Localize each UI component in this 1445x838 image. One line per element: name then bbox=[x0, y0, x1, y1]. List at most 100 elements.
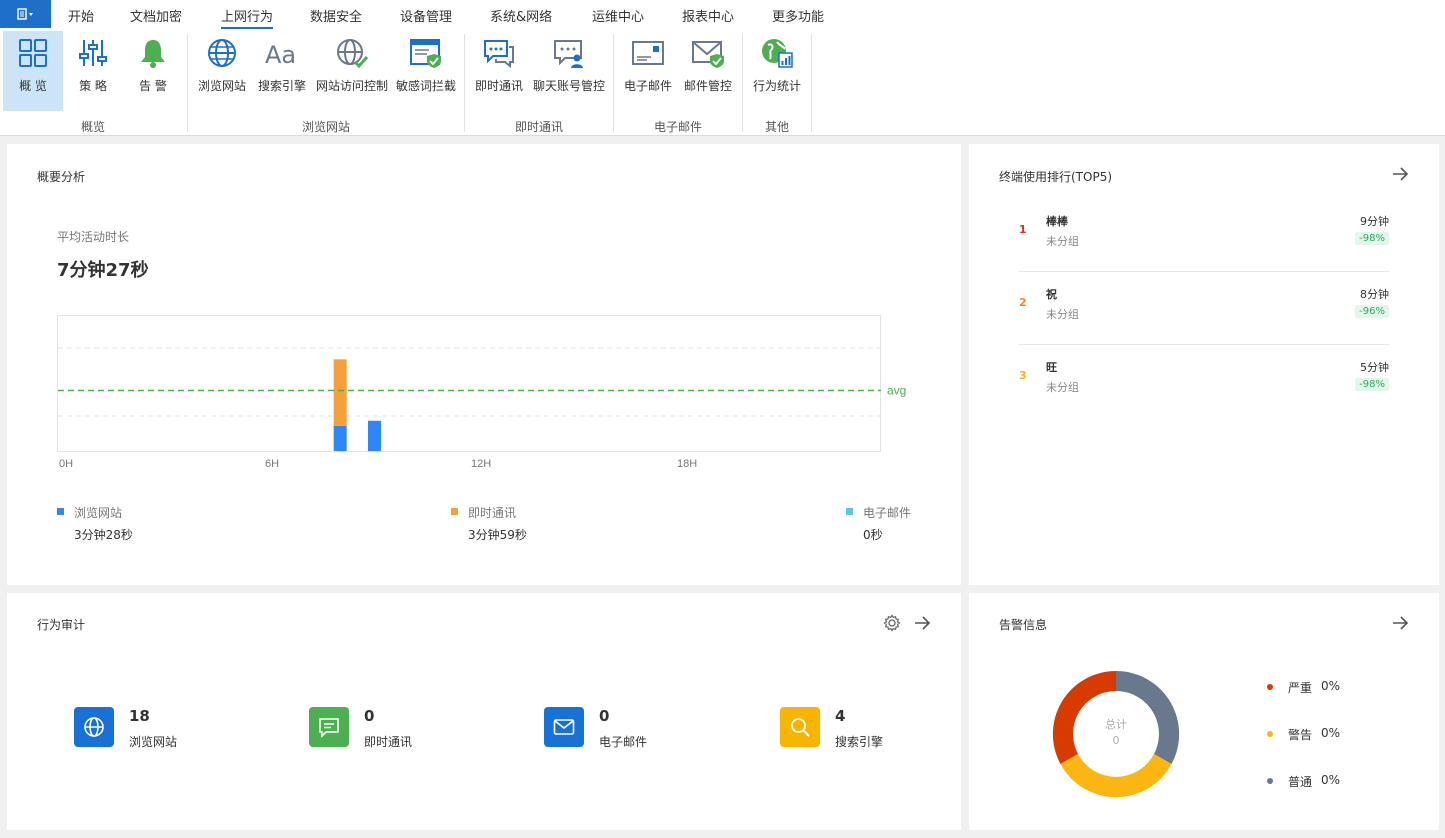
menu-item-doc-encryption[interactable]: 文档加密 bbox=[130, 6, 182, 25]
legend-swatch bbox=[451, 508, 458, 515]
legend-dot bbox=[1267, 778, 1273, 784]
alarm-total: 总计 0 bbox=[1051, 717, 1181, 749]
ribbon-overview-button[interactable]: 概 览 bbox=[3, 31, 63, 111]
ribbon-im-button[interactable]: 即时通讯 bbox=[472, 31, 526, 111]
svg-text:Aa: Aa bbox=[265, 41, 296, 69]
ribbon-chat-account-button[interactable]: 聊天账号管控 bbox=[530, 31, 608, 111]
ribbon-overview-label: 概 览 bbox=[19, 79, 47, 93]
ribbon-separator bbox=[742, 34, 743, 132]
rank-change-badge: -98% bbox=[1355, 232, 1389, 245]
settings-gear-icon[interactable] bbox=[883, 614, 901, 632]
ribbon-policy-button[interactable]: 策 略 bbox=[66, 31, 120, 111]
rank-group: 未分组 bbox=[1046, 235, 1079, 248]
audit-count: 18 bbox=[129, 707, 150, 725]
audit-search-engine[interactable]: 4 搜索引擎 bbox=[780, 707, 980, 751]
ribbon-policy-label: 策 略 bbox=[79, 79, 107, 93]
ribbon-separator bbox=[187, 34, 188, 132]
ranking-row[interactable]: 3 旺 未分组 5分钟 -98% bbox=[1019, 345, 1389, 418]
alarm-level-name: 警告 bbox=[1288, 728, 1313, 742]
avg-duration-label: 平均活动时长 bbox=[57, 230, 130, 244]
ribbon-toolbar: 概 览 策 略 告 警 浏览网站 Aa 搜索引擎 网站访问控制 敏感词拦截 即时… bbox=[0, 30, 1445, 136]
menu-item-device-management[interactable]: 设备管理 bbox=[400, 6, 452, 25]
ribbon-web-access-control-button[interactable]: 网站访问控制 bbox=[314, 31, 390, 111]
rank-change-badge: -98% bbox=[1355, 378, 1389, 391]
audit-count: 0 bbox=[599, 707, 610, 725]
bell-icon bbox=[141, 40, 165, 68]
audit-label: 电子邮件 bbox=[599, 735, 648, 749]
chart-plot-frame bbox=[57, 315, 881, 452]
alarm-level-percent: 0% bbox=[1321, 679, 1341, 693]
globe-check-icon bbox=[337, 39, 369, 69]
menu-bar: 开始 文档加密 上网行为 数据安全 设备管理 系统&网络 运维中心 报表中心 更… bbox=[0, 0, 1445, 30]
ranking-more-arrow-icon[interactable] bbox=[1391, 165, 1409, 183]
legend-value: 3分钟28秒 bbox=[74, 528, 133, 542]
audit-label: 浏览网站 bbox=[129, 735, 178, 749]
menu-item-system-network[interactable]: 系统&网络 bbox=[490, 6, 552, 25]
ribbon-email-control-button[interactable]: 邮件管控 bbox=[680, 31, 736, 111]
chart-x-tick-label: 0H bbox=[59, 458, 73, 470]
rank-terminal-name: 祝 bbox=[1046, 288, 1057, 301]
ribbon-alert-button[interactable]: 告 警 bbox=[126, 31, 180, 111]
menu-item-web-behavior[interactable]: 上网行为 bbox=[221, 6, 274, 29]
menu-item-more[interactable]: 更多功能 bbox=[772, 6, 824, 25]
rank-time: 5分钟 bbox=[1360, 361, 1389, 374]
legend-value: 0秒 bbox=[863, 528, 883, 542]
audit-email[interactable]: 0 电子邮件 bbox=[544, 707, 744, 751]
ribbon-search-engine-button[interactable]: Aa 搜索引擎 bbox=[254, 31, 310, 111]
chart-bar bbox=[333, 359, 347, 426]
rank-terminal-name: 棒棒 bbox=[1046, 215, 1068, 228]
menu-item-start[interactable]: 开始 bbox=[68, 6, 94, 25]
chat-user-icon bbox=[554, 40, 583, 68]
ribbon-chat-account-label: 聊天账号管控 bbox=[532, 79, 605, 93]
audit-im[interactable]: 0 即时通讯 bbox=[309, 707, 509, 751]
chart-bar bbox=[333, 425, 347, 451]
rank-number: 1 bbox=[1019, 223, 1027, 236]
legend-swatch bbox=[846, 508, 853, 515]
alarm-total-label: 总计 bbox=[1105, 718, 1127, 731]
ribbon-browse-web-button[interactable]: 浏览网站 bbox=[194, 31, 250, 111]
ribbon-browse-web-label: 浏览网站 bbox=[197, 79, 246, 93]
font-aa-icon: Aa bbox=[265, 41, 296, 69]
ribbon-web-access-control-label: 网站访问控制 bbox=[315, 79, 388, 93]
ranking-title: 终端使用排行(TOP5) bbox=[999, 170, 1113, 184]
rank-group: 未分组 bbox=[1046, 308, 1079, 321]
rank-number: 2 bbox=[1019, 296, 1027, 309]
mail-icon bbox=[544, 707, 584, 747]
globe-icon bbox=[208, 39, 236, 67]
sliders-icon bbox=[79, 40, 107, 66]
ribbon-search-engine-label: 搜索引擎 bbox=[257, 79, 306, 93]
menu-item-report-center[interactable]: 报表中心 bbox=[682, 6, 734, 25]
ribbon-separator bbox=[464, 34, 465, 132]
mail-shield-icon bbox=[692, 41, 724, 68]
alarm-level-name: 普通 bbox=[1288, 775, 1313, 789]
alarm-more-arrow-icon[interactable] bbox=[1391, 614, 1409, 632]
ribbon-behavior-stats-label: 行为统计 bbox=[752, 79, 801, 93]
ribbon-group-other: 其他 bbox=[764, 120, 790, 134]
rank-change-badge: -96% bbox=[1355, 305, 1389, 318]
audit-panel: 行为审计 18 浏览网站 0 即时通讯 0 电子邮件 4 搜索引擎 bbox=[7, 593, 961, 830]
email-card-icon bbox=[632, 41, 664, 65]
ribbon-separator bbox=[613, 34, 614, 132]
legend-name: 即时通讯 bbox=[468, 506, 517, 520]
ranking-row[interactable]: 2 祝 未分组 8分钟 -96% bbox=[1019, 272, 1389, 345]
ribbon-alert-label: 告 警 bbox=[139, 79, 167, 93]
alarm-level-percent: 0% bbox=[1321, 773, 1341, 787]
alarm-title: 告警信息 bbox=[999, 618, 1048, 632]
ranking-row[interactable]: 1 棒棒 未分组 9分钟 -98% bbox=[1019, 199, 1389, 272]
audit-browse-web[interactable]: 18 浏览网站 bbox=[74, 707, 274, 751]
legend-name: 电子邮件 bbox=[863, 506, 912, 520]
chart-x-tick-label: 18H bbox=[677, 458, 697, 470]
menu-item-data-security[interactable]: 数据安全 bbox=[310, 6, 362, 25]
audit-more-arrow-icon[interactable] bbox=[913, 614, 931, 632]
menu-item-ops-center[interactable]: 运维中心 bbox=[592, 6, 644, 25]
legend-swatch bbox=[57, 508, 64, 515]
rank-number: 3 bbox=[1019, 369, 1027, 382]
app-menu-button[interactable] bbox=[0, 0, 51, 28]
ribbon-sensitive-word-button[interactable]: 敏感词拦截 bbox=[394, 31, 458, 111]
ribbon-group-im: 即时通讯 bbox=[514, 120, 564, 134]
audit-count: 0 bbox=[364, 707, 375, 725]
rank-group: 未分组 bbox=[1046, 381, 1079, 394]
ribbon-behavior-stats-button[interactable]: 行为统计 bbox=[748, 31, 806, 111]
ribbon-email-button[interactable]: 电子邮件 bbox=[620, 31, 676, 111]
chart-bar bbox=[368, 420, 381, 451]
